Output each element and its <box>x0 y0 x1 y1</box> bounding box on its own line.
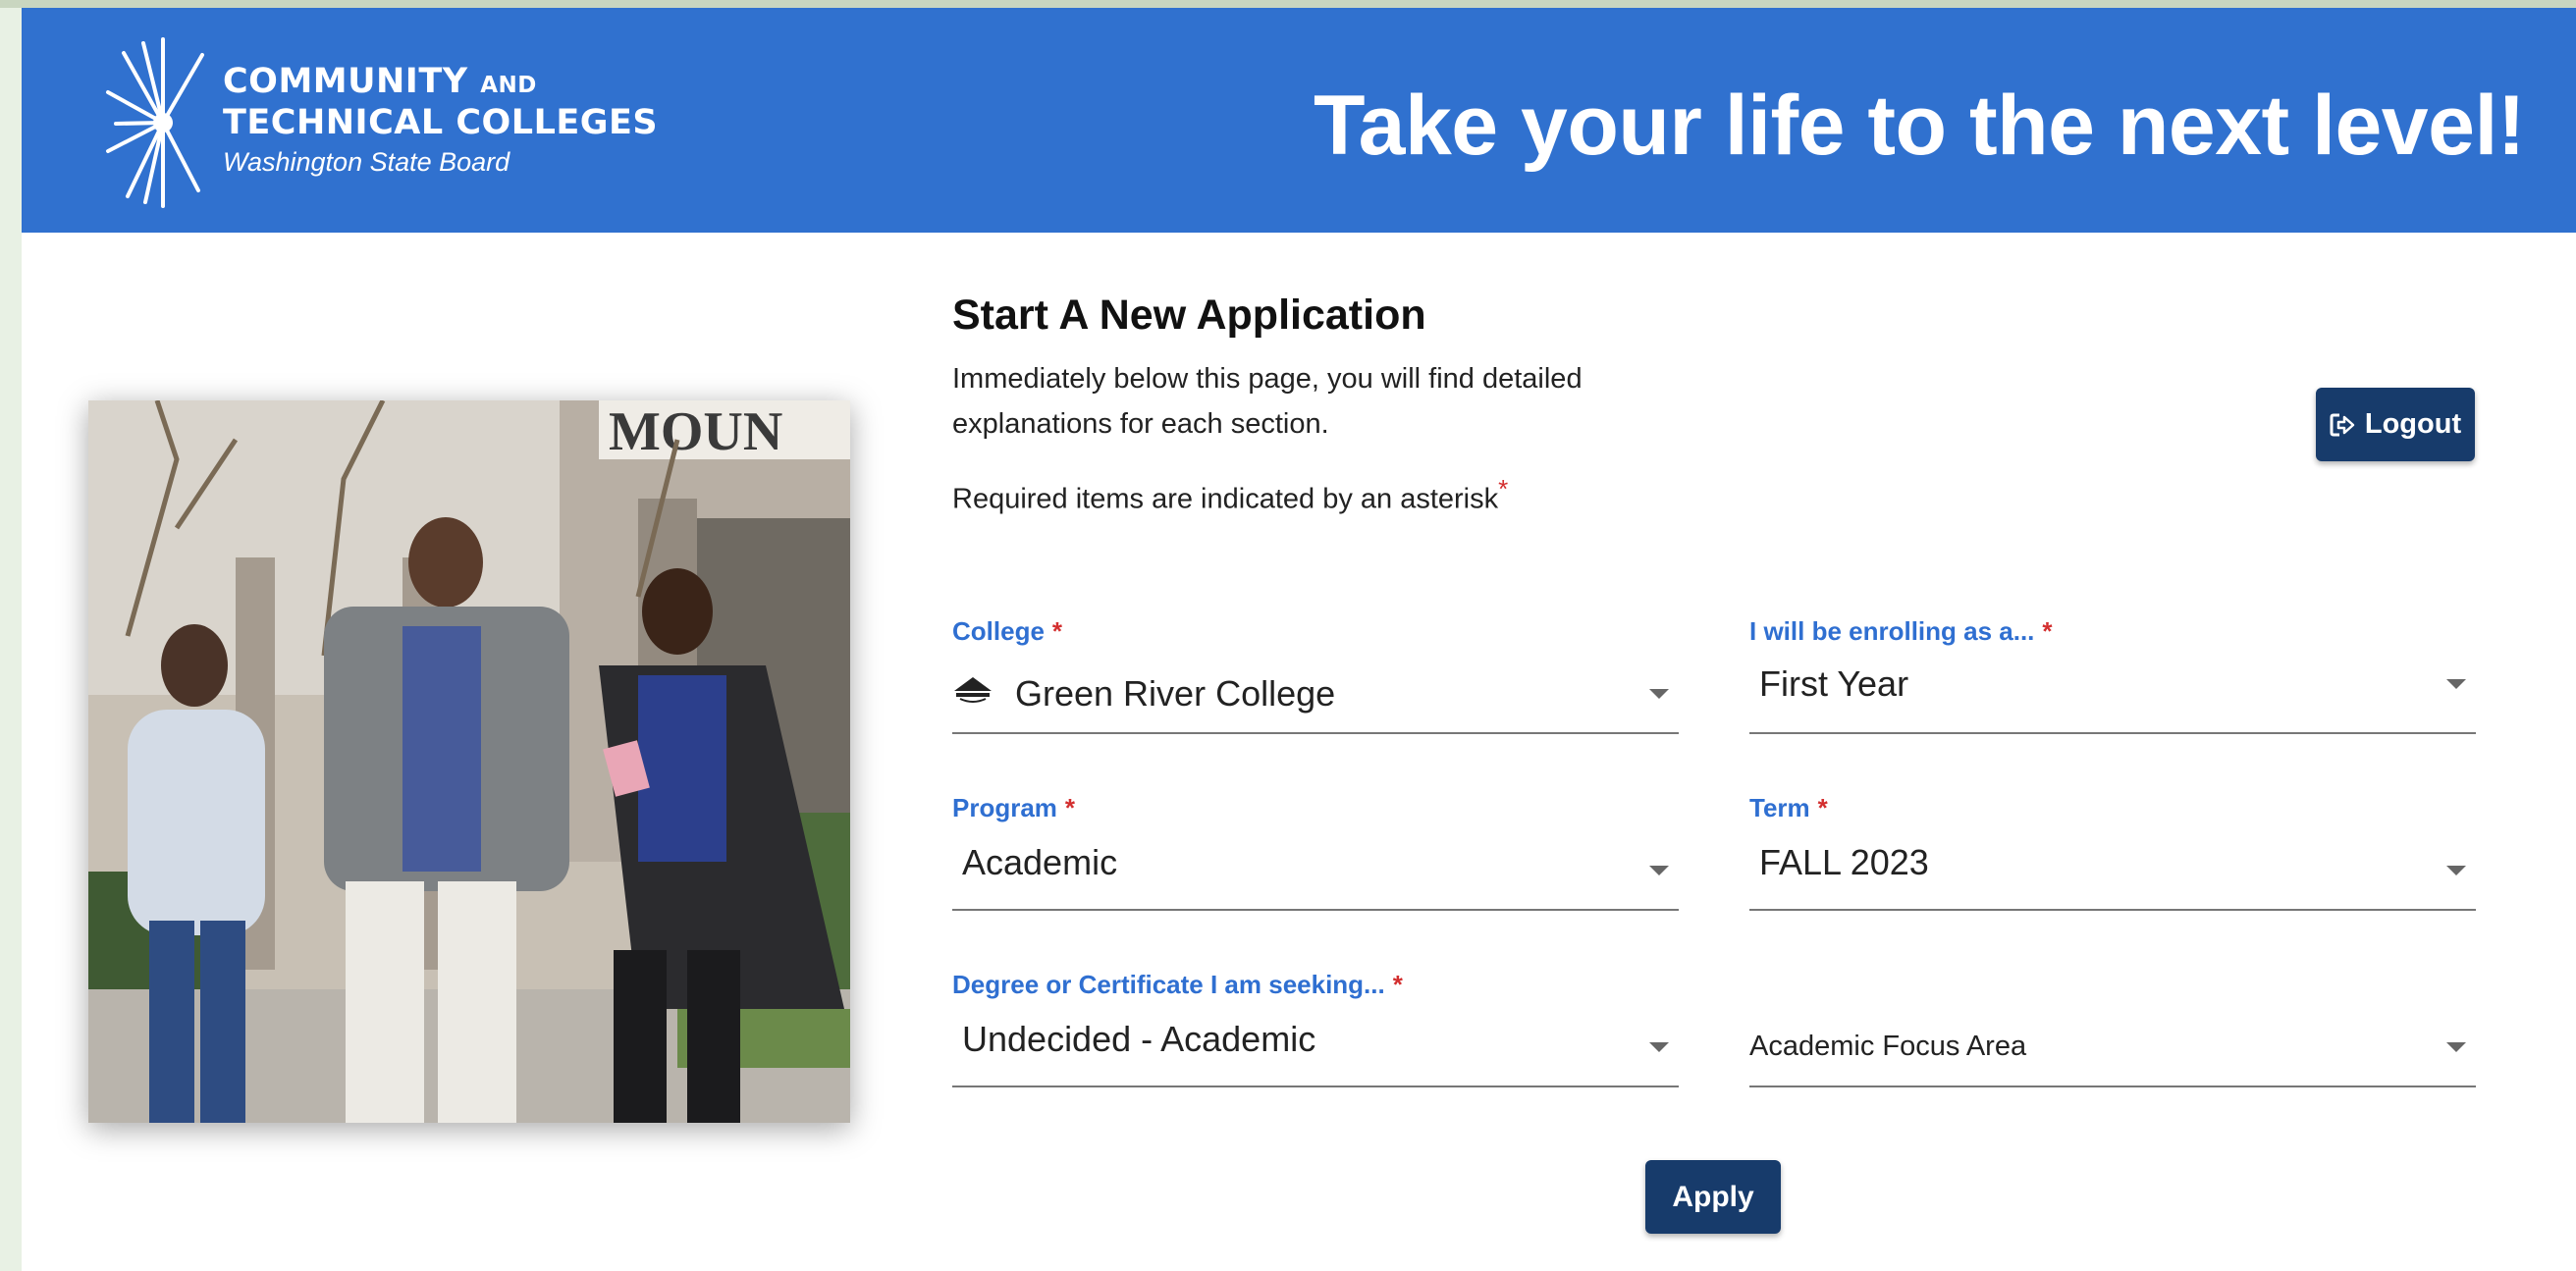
enrolling-label: I will be enrolling as a... * <box>1749 616 2053 646</box>
degree-select[interactable]: Degree or Certificate I am seeking... * U… <box>952 970 1679 1087</box>
chevron-down-icon <box>1649 866 1669 875</box>
term-label: Term * <box>1749 793 1828 822</box>
intro-text: Immediately below this page, you will fi… <box>952 363 1583 440</box>
college-label: College * <box>952 616 1063 646</box>
logout-label: Logout <box>2364 408 2462 440</box>
logo-line1: COMMUNITY AND <box>223 62 537 101</box>
browser-top-strip <box>0 0 2576 8</box>
logout-icon <box>2330 413 2355 436</box>
logo-line2: TECHNICAL COLLEGES <box>223 103 659 142</box>
chevron-down-icon <box>2446 679 2466 689</box>
students-photo: MOUN <box>88 400 850 1123</box>
degree-label: Degree or Certificate I am seeking... * <box>952 970 1403 999</box>
program-select[interactable]: Program * Academic <box>952 793 1679 911</box>
header-tagline: Take your life to the next level! <box>1313 79 2526 173</box>
photo-sign-text: MOUN <box>609 401 782 462</box>
application-intro: Start A New Application Immediately belo… <box>952 288 2503 516</box>
logout-button[interactable]: Logout <box>2316 388 2475 461</box>
starburst-logo-icon <box>106 37 204 208</box>
enrolling-underline <box>1749 732 2476 734</box>
required-asterisk: * <box>1498 474 1509 503</box>
college-logo-icon <box>954 677 992 703</box>
chevron-down-icon <box>2446 1042 2466 1052</box>
logo-line3: Washington State Board <box>223 147 510 177</box>
college-underline <box>952 732 1679 734</box>
enrolling-value: First Year <box>1759 663 1909 704</box>
degree-value: Undecided - Academic <box>962 1019 1316 1059</box>
college-select[interactable]: College * Green River College <box>952 616 1679 734</box>
degree-underline <box>952 1086 1679 1087</box>
term-select[interactable]: Term * FALL 2023 <box>1749 793 2476 911</box>
page-title: Start A New Application <box>952 291 1426 339</box>
enrolling-select[interactable]: I will be enrolling as a... * First Year <box>1749 616 2476 734</box>
application-page: COMMUNITY AND TECHNICAL COLLEGES Washing… <box>22 8 2576 1271</box>
focus-area-underline <box>1749 1086 2476 1087</box>
chevron-down-icon <box>1649 689 1669 699</box>
site-header: COMMUNITY AND TECHNICAL COLLEGES Washing… <box>22 8 2576 233</box>
apply-button[interactable]: Apply <box>1645 1160 1781 1234</box>
term-underline <box>1749 909 2476 911</box>
program-label: Program * <box>952 793 1076 822</box>
focus-area-select[interactable]: Academic Focus Area <box>1749 970 2476 1087</box>
chevron-down-icon <box>1649 1042 1669 1052</box>
term-value: FALL 2023 <box>1759 842 1929 882</box>
logo-text: COMMUNITY AND TECHNICAL COLLEGES Washing… <box>223 63 658 178</box>
program-underline <box>952 909 1679 911</box>
program-value: Academic <box>962 842 1118 882</box>
college-value: Green River College <box>1015 673 1336 714</box>
chevron-down-icon <box>2446 866 2466 875</box>
focus-area-placeholder: Academic Focus Area <box>1749 1031 2027 1062</box>
required-note: Required items are indicated by an aster… <box>952 474 1509 515</box>
